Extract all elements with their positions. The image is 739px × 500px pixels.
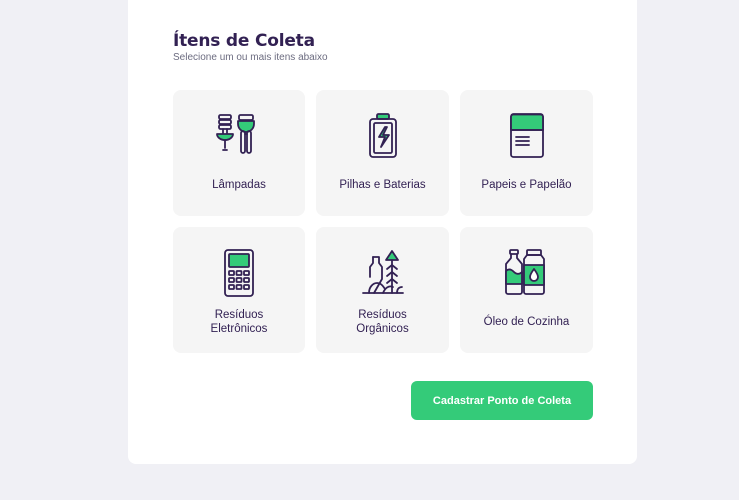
organic-waste-icon <box>361 250 404 294</box>
item-label: Lâmpadas <box>212 179 266 191</box>
item-label: Resíduos Eletrônicos <box>210 309 268 335</box>
item-lampadas[interactable]: Lâmpadas <box>173 90 305 216</box>
electronic-device-icon <box>224 249 254 297</box>
oil-bottle-icon <box>504 249 545 295</box>
lamp-icon <box>216 114 255 154</box>
item-residuos-eletronicos[interactable]: Resíduos Eletrônicos <box>173 227 305 353</box>
register-collection-point-button[interactable]: Cadastrar Ponto de Coleta <box>411 381 593 420</box>
item-residuos-organicos[interactable]: Resíduos Orgânicos <box>316 227 449 353</box>
item-label: Pilhas e Baterias <box>339 179 426 191</box>
section-title: Ítens de Coleta <box>173 31 315 51</box>
item-label: Papeis e Papelão <box>481 179 572 191</box>
item-pilhas-baterias[interactable]: Pilhas e Baterias <box>316 90 449 216</box>
items-grid: Lâmpadas Pilhas e Baterias Papeis e Pape… <box>173 90 593 353</box>
paper-icon <box>509 113 544 158</box>
section-subtitle: Selecione um ou mais itens abaixo <box>173 52 328 63</box>
battery-icon <box>368 113 397 158</box>
item-papeis-papelao[interactable]: Papeis e Papelão <box>460 90 593 216</box>
form-card: Ítens de Coleta Selecione um ou mais ite… <box>128 0 637 464</box>
item-label: Resíduos Orgânicos <box>356 309 409 335</box>
item-label: Óleo de Cozinha <box>483 316 570 328</box>
item-oleo-cozinha[interactable]: Óleo de Cozinha <box>460 227 593 353</box>
